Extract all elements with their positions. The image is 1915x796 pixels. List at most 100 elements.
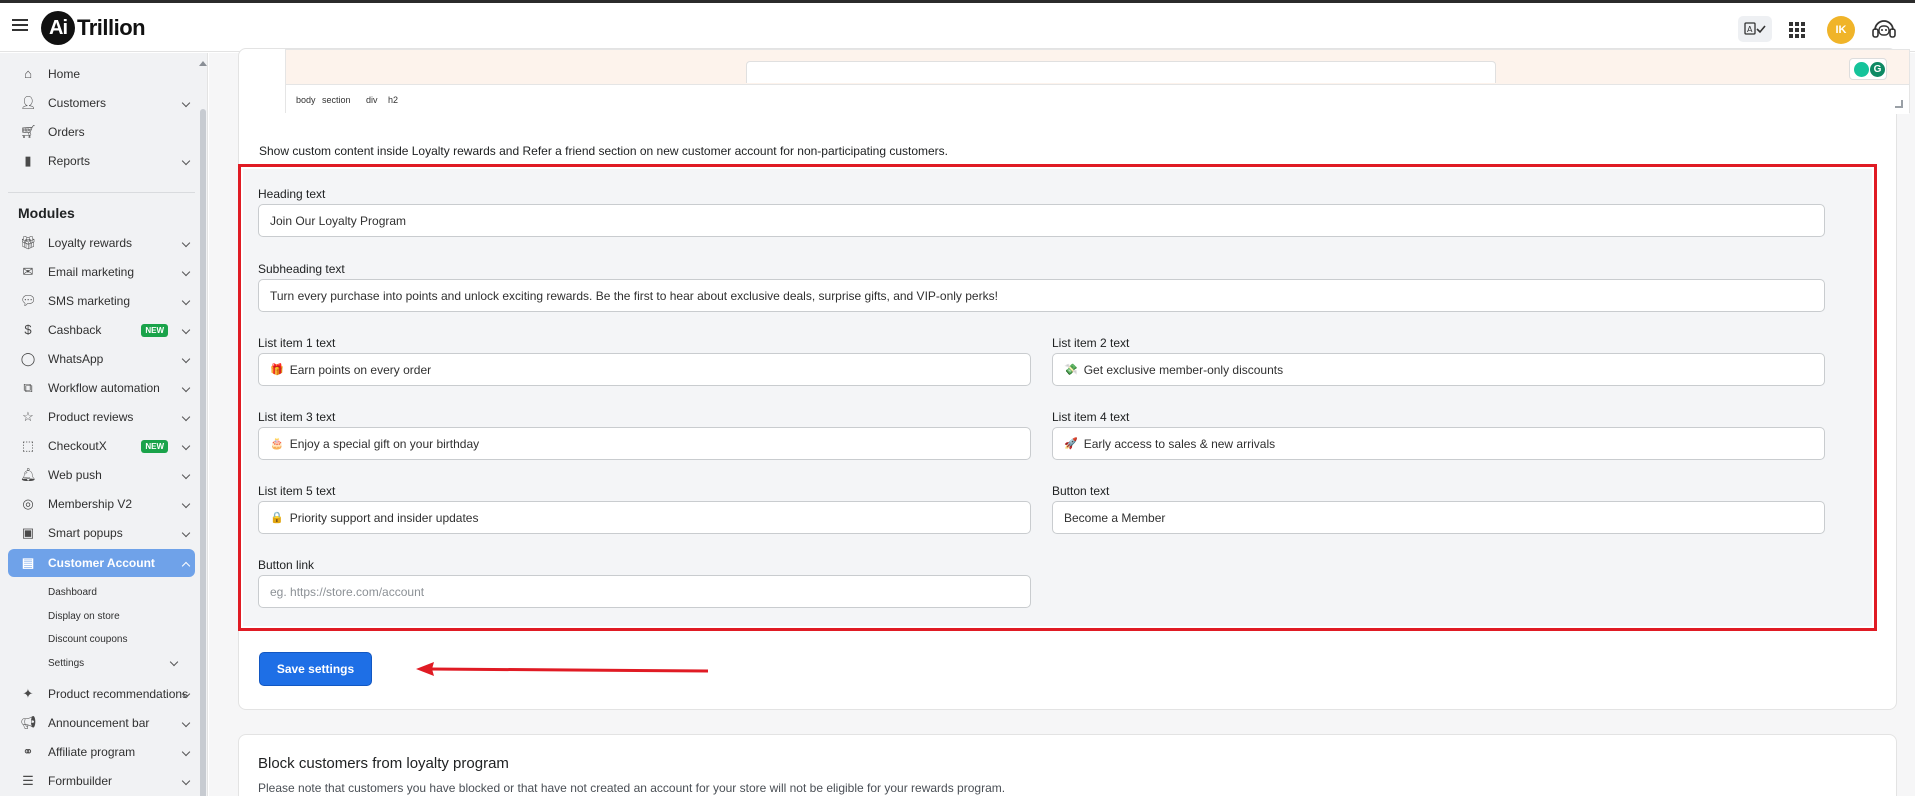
sidebar-item-label: Reports	[48, 154, 91, 168]
sidebar-subitem-display-on-store[interactable]: Display on store	[48, 611, 120, 622]
chevron-down-icon	[181, 776, 191, 786]
block-customers-card: Block customers from loyalty program Ple…	[238, 734, 1897, 796]
network-icon: ⚭	[22, 744, 34, 759]
chevron-down-icon	[181, 747, 191, 757]
app-logo[interactable]: Ai Trillion	[41, 10, 146, 46]
home-icon: ⌂	[24, 66, 32, 81]
sidebar-item-customer-account[interactable]: ▤ Customer Account	[8, 549, 195, 577]
editor-path-item[interactable]: body	[296, 95, 316, 105]
badge-icon: ◎	[22, 496, 34, 511]
chevron-down-icon	[181, 499, 191, 509]
grammarly-icon[interactable]: G	[1870, 62, 1885, 77]
recommend-icon: ✦	[22, 686, 34, 701]
grammarly-widget[interactable]: G	[1849, 58, 1887, 80]
chevron-down-icon	[181, 412, 191, 422]
sidebar-item-label: Customers	[48, 96, 107, 110]
modules-heading: Modules	[18, 205, 75, 221]
megaphone-icon: 📢︎	[20, 715, 37, 730]
sidebar-item-label: CheckoutX	[48, 439, 107, 453]
editor-content-area[interactable]	[746, 61, 1496, 83]
chevron-down-icon	[181, 156, 191, 166]
chevron-down-icon	[181, 98, 191, 108]
sidebar-item-email-marketing[interactable]: ✉ Email marketing	[8, 258, 195, 286]
sidebar-item-affiliate[interactable]: ⚭ Affiliate program	[8, 738, 195, 766]
chevron-down-icon	[181, 718, 191, 728]
scroll-up-icon[interactable]	[199, 61, 207, 66]
sidebar-item-product-recommendations[interactable]: ✦ Product recommendations	[8, 680, 195, 708]
sidebar-item-label: Membership V2	[48, 497, 133, 511]
chevron-down-icon[interactable]	[169, 657, 179, 667]
sidebar-item-label: Orders	[48, 125, 85, 139]
sidebar-item-sms-marketing[interactable]: 💬︎ SMS marketing	[8, 287, 195, 315]
resize-handle-icon[interactable]	[1895, 100, 1903, 108]
translate-check-icon[interactable]: A	[1738, 16, 1772, 42]
popup-icon: ▣	[21, 525, 35, 540]
scrollbar-thumb[interactable]	[200, 109, 206, 796]
sidebar-item-label: Loyalty rewards	[48, 236, 133, 250]
sidebar-item-announcement-bar[interactable]: 📢︎ Announcement bar	[8, 709, 195, 737]
sidebar-subitem-settings[interactable]: Settings	[48, 658, 84, 669]
menu-icon[interactable]	[12, 19, 28, 33]
editor-path-item[interactable]: section	[322, 95, 351, 105]
chevron-down-icon	[181, 296, 191, 306]
chevron-down-icon	[181, 238, 191, 248]
sidebar-scrollbar[interactable]	[198, 53, 207, 796]
sidebar-item-label: Formbuilder	[48, 774, 113, 788]
sidebar-subitem-discount-coupons[interactable]: Discount coupons	[48, 634, 128, 645]
sidebar-item-home[interactable]: ⌂ Home	[8, 60, 195, 88]
sidebar-item-label: Smart popups	[48, 526, 123, 540]
top-right-actions: A IK	[1715, 13, 1915, 45]
chevron-down-icon	[181, 267, 191, 277]
sidebar-item-cashback[interactable]: $ Cashback NEW	[8, 316, 195, 344]
main-content: body section div h2 G Show custom conten…	[209, 48, 1915, 796]
sidebar-item-membership[interactable]: ◎ Membership V2	[8, 490, 195, 518]
sidebar: ⌂ Home 👤︎ Customers 🛒︎ Orders ▮ Reports …	[0, 53, 208, 796]
sidebar-item-label: Cashback	[48, 323, 102, 337]
sidebar-item-reports[interactable]: ▮ Reports	[8, 147, 195, 175]
sidebar-item-product-reviews[interactable]: ☆ Product reviews	[8, 403, 195, 431]
chat-icon: 💬︎	[20, 293, 37, 308]
sidebar-item-label: Announcement bar	[48, 716, 150, 730]
headset-icon[interactable]	[1869, 14, 1899, 44]
chevron-down-icon	[181, 325, 191, 335]
sidebar-item-label: Home	[48, 67, 81, 81]
avatar[interactable]: IK	[1827, 16, 1855, 44]
user-icon: 👤︎	[20, 95, 37, 110]
sidebar-item-loyalty[interactable]: 🎁︎ Loyalty rewards	[8, 229, 195, 257]
svg-text:A: A	[1747, 25, 1753, 34]
apps-grid-icon[interactable]	[1789, 22, 1805, 38]
sidebar-item-label: Web push	[48, 468, 102, 482]
logo-mark: Ai	[41, 11, 75, 45]
sidebar-item-label: Affiliate program	[48, 745, 136, 759]
chevron-down-icon	[181, 528, 191, 538]
editor-path-item[interactable]: div	[366, 95, 378, 105]
block-section-description: Please note that customers you have bloc…	[258, 781, 1006, 795]
sidebar-item-label: Workflow automation	[48, 381, 160, 395]
bar-chart-icon: ▮	[24, 153, 32, 168]
sidebar-item-web-push[interactable]: 🔔︎ Web push	[8, 461, 195, 489]
editor-path-item[interactable]: h2	[388, 95, 398, 105]
workflow-icon: ⧉	[23, 380, 33, 395]
sidebar-item-smart-popups[interactable]: ▣ Smart popups	[8, 519, 195, 547]
mail-icon: ✉	[22, 264, 34, 279]
checkout-icon: ⬚	[21, 438, 35, 453]
star-icon: ☆	[22, 409, 34, 424]
annotation-arrow	[416, 662, 709, 676]
sidebar-item-checkoutx[interactable]: ⬚ CheckoutX NEW	[8, 432, 195, 460]
editor-statusbar: body section div h2	[286, 84, 1909, 114]
id-card-icon: ▤	[21, 555, 35, 570]
sidebar-item-whatsapp[interactable]: ◯ WhatsApp	[8, 345, 195, 373]
section-description: Show custom content inside Loyalty rewar…	[259, 144, 949, 158]
sidebar-subitem-dashboard[interactable]: Dashboard	[48, 587, 97, 598]
gift-icon: 🎁︎	[20, 235, 37, 250]
bell-icon: 🔔︎	[20, 467, 37, 482]
whatsapp-icon: ◯	[20, 351, 36, 366]
sidebar-item-customers[interactable]: 👤︎ Customers	[8, 89, 195, 117]
sidebar-item-orders[interactable]: 🛒︎ Orders	[8, 118, 195, 146]
sidebar-item-workflow[interactable]: ⧉ Workflow automation	[8, 374, 195, 402]
sidebar-item-formbuilder[interactable]: ☰ Formbuilder	[8, 767, 195, 795]
block-section-title: Block customers from loyalty program	[258, 755, 509, 772]
rich-text-editor[interactable]: body section div h2 G	[285, 49, 1910, 114]
chevron-up-icon	[181, 561, 191, 571]
lightbulb-icon[interactable]	[1854, 62, 1869, 77]
